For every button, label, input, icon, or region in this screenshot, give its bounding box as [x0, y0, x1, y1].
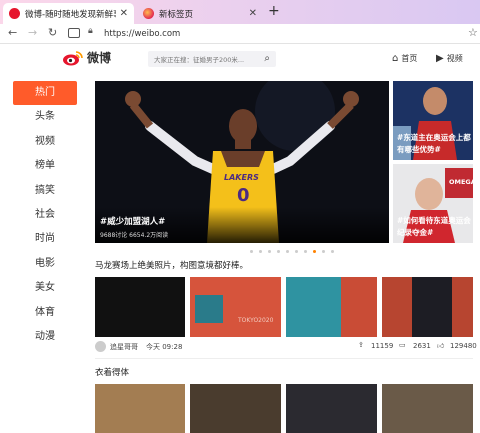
close-tab-icon[interactable]: ✕: [120, 8, 128, 19]
carousel-indicator: [250, 250, 334, 253]
video-icon: ▶: [436, 53, 444, 64]
repost-icon[interactable]: ⇪: [358, 341, 364, 349]
post-thumbnail[interactable]: [190, 384, 281, 433]
court-edge-shape: [341, 277, 377, 337]
hero-stats: 9688讨论 6654.2万阅读: [100, 232, 169, 239]
sidebar-item-fashion[interactable]: 时尚: [13, 227, 77, 251]
search-input[interactable]: 大家正在搜：征婚男子200米... ⌕: [148, 51, 276, 67]
table-shape: [195, 295, 223, 323]
sidebar-item-society[interactable]: 社会: [13, 203, 77, 227]
carousel-dot[interactable]: [277, 250, 280, 253]
sidebar-item-movies[interactable]: 电影: [13, 252, 77, 276]
post-thumbnail[interactable]: TOKYO2020: [190, 277, 281, 337]
jersey-team-text: LAKERS: [224, 173, 259, 182]
lock-icon: 🔒︎: [88, 26, 93, 36]
nav-home-link[interactable]: ⌂ 首页: [392, 53, 417, 64]
new-tab-button[interactable]: +: [268, 3, 280, 19]
url-text: https://weibo.com: [104, 29, 181, 39]
reload-icon[interactable]: ↻: [48, 26, 57, 39]
nav-home-label: 首页: [401, 54, 418, 63]
tab-new-tab[interactable]: 新标签页 ✕: [137, 3, 263, 24]
post-image-grid: TOKYO2020: [95, 277, 473, 337]
sidebar-toggle-icon[interactable]: [68, 28, 80, 38]
sidebar-item-hot[interactable]: 热门: [13, 81, 77, 106]
comment-count: 2631: [413, 342, 431, 350]
carousel-dot[interactable]: [331, 250, 334, 253]
firefox-favicon-icon: [143, 8, 154, 19]
post-image-grid-2: [95, 384, 473, 433]
search-placeholder: 大家正在搜：征婚男子200米...: [154, 56, 245, 64]
post-thumbnail[interactable]: [286, 384, 377, 433]
sidebar-item-sports[interactable]: 体育: [13, 301, 77, 325]
side-card-1[interactable]: #东道主在奥运会上都有哪些优势#: [393, 81, 473, 160]
forward-icon[interactable]: →: [28, 26, 37, 39]
url-field[interactable]: https://weibo.com: [104, 26, 464, 42]
tab-title: 新标签页: [159, 9, 194, 20]
weibo-favicon-icon: [9, 8, 20, 19]
tab-title: 微博-随时随地发现新鲜事: [25, 9, 116, 20]
post-thumbnail[interactable]: [286, 277, 377, 337]
carousel-dot[interactable]: [259, 250, 262, 253]
search-icon[interactable]: ⌕: [264, 53, 270, 64]
avatar[interactable]: [95, 341, 106, 352]
post-thumbnail[interactable]: [95, 277, 185, 337]
close-tab-icon[interactable]: ✕: [249, 8, 257, 19]
carousel-dot[interactable]: [304, 250, 307, 253]
carousel-dot[interactable]: [250, 250, 253, 253]
sidebar-item-anime[interactable]: 动漫: [13, 325, 77, 349]
side-card-logo-text: OMEGA: [449, 178, 473, 186]
sidebar-item-rankings[interactable]: 榜单: [13, 154, 77, 178]
bookmark-star-icon[interactable]: ☆: [468, 26, 478, 39]
thumbnail-watermark: TOKYO2020: [238, 317, 274, 324]
category-sidebar: 热门 头条 视频 榜单 搞笑 社会 时尚 电影 美女 体育 动漫: [13, 81, 77, 349]
tab-weibo[interactable]: 微博-随时随地发现新鲜事 ✕: [3, 3, 134, 24]
comment-icon[interactable]: ▭: [399, 341, 406, 349]
carousel-dot[interactable]: [322, 250, 325, 253]
sidebar-item-funny[interactable]: 搞笑: [13, 179, 77, 203]
post-time: 今天 09:28: [146, 343, 183, 351]
sidebar-item-video[interactable]: 视频: [13, 130, 77, 154]
back-icon[interactable]: ←: [8, 26, 17, 39]
carousel-dot[interactable]: [295, 250, 298, 253]
address-bar: ← → ↻ 🔒︎ https://weibo.com ☆: [0, 24, 480, 44]
post-author[interactable]: 追星哥哥: [110, 342, 138, 352]
carousel-dot[interactable]: [268, 250, 271, 253]
post-headline[interactable]: 马龙赛场上绝美照片，构图意境都好棒。: [95, 259, 248, 271]
home-icon: ⌂: [392, 53, 399, 64]
carousel-dot[interactable]: [286, 250, 289, 253]
like-count: 129480: [450, 342, 477, 350]
like-icon[interactable]: 👍︎: [437, 341, 444, 350]
weibo-logo[interactable]: 微博: [62, 49, 111, 66]
jersey-number-text: 0: [237, 185, 250, 206]
section-title[interactable]: 衣着得体: [95, 366, 129, 378]
nav-video-label: 视频: [446, 54, 463, 63]
side-card-2[interactable]: OMEGA #如何看待东道奥运会纪录夺金#: [393, 164, 473, 243]
repost-count: 11159: [371, 342, 394, 350]
post-meta: 追星哥哥 今天 09:28 ⇪ 11159 ▭ 2631 👍︎ 129480: [95, 341, 477, 355]
nav-video-link[interactable]: ▶ 视频: [436, 53, 463, 64]
side-card-title: #如何看待东道奥运会纪录夺金#: [397, 216, 471, 237]
weibo-eye-icon: [63, 50, 83, 65]
hero-carousel[interactable]: LAKERS 0 #威少加盟湖人# 9688讨论 6654.2万阅读: [95, 81, 389, 243]
side-card-title: #东道主在奥运会上都有哪些优势#: [397, 133, 471, 154]
post-thumbnail[interactable]: [382, 384, 473, 433]
player-silhouette: [412, 277, 452, 337]
sidebar-item-headlines[interactable]: 头条: [13, 105, 77, 129]
hero-title[interactable]: #威少加盟湖人#: [100, 215, 165, 227]
divider: [95, 358, 473, 359]
browser-tab-bar: 微博-随时随地发现新鲜事 ✕ 新标签页 ✕ +: [0, 0, 480, 24]
post-thumbnail[interactable]: [95, 384, 185, 433]
logo-text: 微博: [87, 51, 112, 65]
sidebar-item-beauty[interactable]: 美女: [13, 276, 77, 300]
weibo-page: 微博 大家正在搜：征婚男子200米... ⌕ ⌂ 首页 ▶ 视频 热门 头条 视…: [0, 44, 480, 433]
carousel-dot[interactable]: [313, 250, 316, 253]
post-thumbnail[interactable]: [382, 277, 473, 337]
